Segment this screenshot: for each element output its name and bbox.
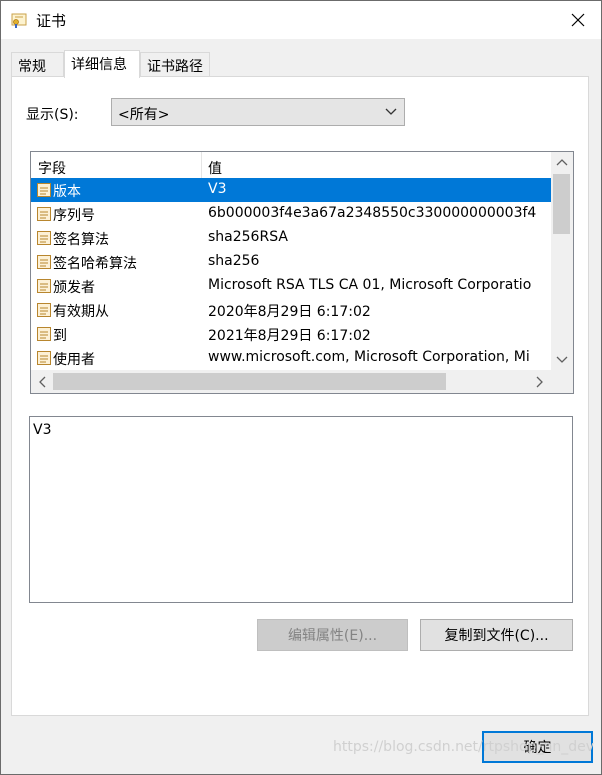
- title-bar: 证书: [1, 1, 601, 39]
- field-name: 使用者: [53, 352, 95, 368]
- field-name: 有效期从: [53, 304, 109, 320]
- field-name: 颁发者: [53, 280, 95, 296]
- list-header: 字段 值: [31, 152, 551, 178]
- field-icon: [37, 207, 51, 221]
- certificate-dialog: 证书 常规 详细信息 证书路径 显示(S): <所有> 字段 值 版本 V3 序…: [0, 0, 602, 775]
- vertical-scroll-thumb[interactable]: [553, 174, 570, 234]
- list-item[interactable]: 版本 V3: [31, 178, 551, 202]
- field-value: sha256: [208, 253, 260, 269]
- tab-label: 常规: [18, 59, 46, 75]
- close-button[interactable]: [555, 1, 601, 39]
- list-item[interactable]: 颁发者 Microsoft RSA TLS CA 01, Microsoft C…: [31, 274, 551, 298]
- edit-properties-label: 编辑属性(E)...: [287, 628, 378, 644]
- field-value: 2020年8月29日 6:17:02: [208, 304, 371, 320]
- show-label: 显示(S):: [26, 107, 79, 123]
- horizontal-scroll-thumb[interactable]: [53, 373, 446, 390]
- show-dropdown-value: <所有>: [118, 107, 170, 123]
- column-header-value[interactable]: 值: [208, 158, 222, 178]
- copy-to-file-label: 复制到文件(C)...: [444, 628, 549, 644]
- field-value: 2021年8月29日 6:17:02: [208, 328, 371, 344]
- field-value: V3: [208, 181, 227, 197]
- field-icon: [37, 351, 51, 365]
- field-icon: [37, 279, 51, 293]
- scroll-down-icon[interactable]: [556, 355, 568, 365]
- scroll-left-icon[interactable]: [37, 376, 47, 388]
- column-header-field[interactable]: 字段: [38, 158, 66, 178]
- field-icon: [37, 183, 51, 197]
- field-icon: [37, 327, 51, 341]
- tab-label: 证书路径: [147, 59, 203, 75]
- field-value: Microsoft RSA TLS CA 01, Microsoft Corpo…: [208, 277, 532, 293]
- field-value: www.microsoft.com, Microsoft Corporation…: [208, 349, 530, 365]
- vertical-scrollbar[interactable]: [551, 152, 573, 370]
- close-icon: [571, 13, 585, 27]
- field-name: 签名算法: [53, 232, 109, 248]
- field-icon: [37, 255, 51, 269]
- field-detail-text: V3: [33, 422, 52, 438]
- show-dropdown[interactable]: <所有>: [111, 98, 405, 126]
- window-title: 证书: [36, 12, 67, 30]
- field-name: 序列号: [53, 208, 95, 224]
- field-icon: [37, 303, 51, 317]
- field-name: 签名哈希算法: [53, 256, 137, 272]
- list-item[interactable]: 有效期从 2020年8月29日 6:17:02: [31, 298, 551, 322]
- scroll-right-icon[interactable]: [535, 376, 545, 388]
- list-item[interactable]: 签名算法 sha256RSA: [31, 226, 551, 250]
- copy-to-file-button[interactable]: 复制到文件(C)...: [420, 619, 573, 651]
- horizontal-scrollbar[interactable]: [31, 370, 551, 393]
- list-item[interactable]: 签名哈希算法 sha256: [31, 250, 551, 274]
- tab-details[interactable]: 详细信息: [64, 50, 140, 78]
- tab-certification-path[interactable]: 证书路径: [140, 52, 210, 77]
- list-item[interactable]: 使用者 www.microsoft.com, Microsoft Corpora…: [31, 346, 551, 370]
- field-value: 6b000003f4e3a67a2348550c330000000003f4: [208, 205, 537, 221]
- scrollbar-corner: [551, 370, 573, 393]
- watermark: https://blog.csdn.net/rtpshop_nn_dev: [333, 739, 595, 755]
- chevron-down-icon: [385, 108, 397, 115]
- field-list[interactable]: 字段 值 版本 V3 序列号 6b000003f4e3a67a2348550c3…: [30, 151, 574, 394]
- scroll-up-icon[interactable]: [556, 157, 568, 167]
- field-name: 到: [53, 328, 67, 344]
- field-icon: [37, 231, 51, 245]
- edit-properties-button[interactable]: 编辑属性(E)...: [257, 619, 408, 651]
- list-item[interactable]: 序列号 6b000003f4e3a67a2348550c330000000003…: [31, 202, 551, 226]
- field-value: sha256RSA: [208, 229, 288, 245]
- field-detail-textbox[interactable]: V3: [29, 416, 573, 603]
- certificate-icon: [11, 13, 27, 28]
- tab-general[interactable]: 常规: [11, 52, 64, 77]
- field-name: 版本: [53, 184, 81, 200]
- tab-label: 详细信息: [71, 57, 127, 73]
- list-item[interactable]: 到 2021年8月29日 6:17:02: [31, 322, 551, 346]
- column-divider[interactable]: [201, 152, 202, 178]
